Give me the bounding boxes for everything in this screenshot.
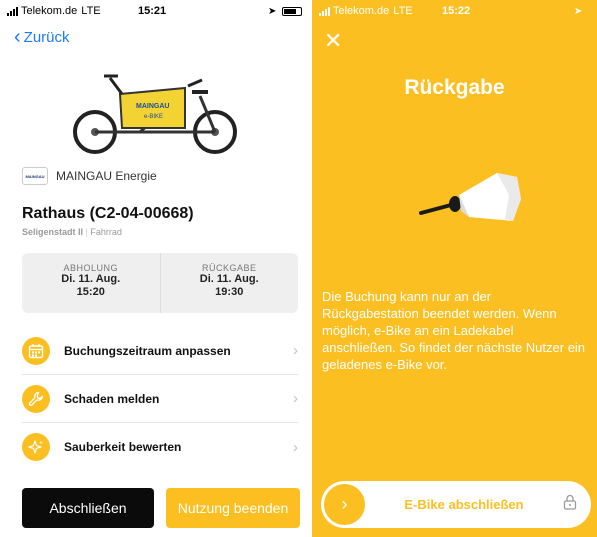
- action-menu: Buchungszeitraum anpassen › Schaden meld…: [22, 327, 298, 471]
- pickup-clock: 15:20: [76, 286, 105, 298]
- return-screen: Telekom.de LTE 15:22 ➤ ✕ Rückgabe Die Bu…: [312, 0, 597, 537]
- pickup-time: ABHOLUNG Di. 11. Aug. 15:20: [22, 253, 160, 313]
- signal-icon: [319, 6, 330, 16]
- status-time: 15:21: [138, 5, 167, 17]
- station-title: Rathaus (C2-04-00668): [22, 205, 194, 222]
- return-clock: 19:30: [215, 286, 244, 298]
- chevron-right-icon: ›: [293, 438, 298, 456]
- booking-times: ABHOLUNG Di. 11. Aug. 15:20 RÜCKGABE Di.…: [22, 253, 298, 313]
- battery-icon: [282, 6, 302, 16]
- charging-plug-illustration: [419, 173, 521, 221]
- location-arrow-icon: ➤: [268, 5, 277, 17]
- svg-text:e-BIKE: e-BIKE: [144, 114, 163, 120]
- return-instructions: Die Buchung kann nur an der Rückgabestat…: [322, 289, 586, 372]
- close-icon[interactable]: ✕: [324, 30, 342, 52]
- back-label: Zurück: [23, 28, 70, 46]
- menu-label-adjust-period: Buchungszeitraum anpassen: [64, 343, 231, 358]
- lock-ebike-slider[interactable]: › E-Bike abschließen: [321, 481, 591, 528]
- menu-label-report-damage: Schaden melden: [64, 391, 160, 406]
- return-time: RÜCKGABE Di. 11. Aug. 19:30: [159, 253, 299, 313]
- pickup-date: Di. 11. Aug.: [61, 273, 121, 285]
- menu-item-adjust-period[interactable]: Buchungszeitraum anpassen ›: [22, 327, 298, 375]
- lock-button[interactable]: Abschließen: [22, 488, 154, 528]
- carrier-label: Telekom.de: [333, 5, 390, 17]
- station-subtitle: Seligenstadt II | Fahrrad: [22, 227, 122, 237]
- chevron-right-icon: ›: [293, 390, 298, 407]
- network-label: LTE: [81, 5, 101, 17]
- menu-item-rate-cleanliness[interactable]: Sauberkeit bewerten ›: [22, 423, 298, 471]
- booking-screen: Telekom.de LTE 15:21 ➤ ‹ Zurück MAINGAU …: [0, 0, 311, 537]
- subtitle-type: Fahrrad: [90, 227, 122, 237]
- provider: MAINGAU MAINGAU Energie: [22, 167, 157, 185]
- chevron-right-icon: ›: [341, 494, 348, 514]
- subtitle-separator: |: [85, 227, 88, 237]
- status-time: 15:22: [442, 5, 471, 17]
- lock-icon: [563, 494, 577, 515]
- provider-name: MAINGAU Energie: [56, 169, 157, 183]
- signal-icon: [7, 6, 18, 16]
- network-label: LTE: [393, 5, 413, 17]
- return-label: RÜCKGABE: [201, 263, 257, 273]
- menu-item-report-damage[interactable]: Schaden melden ›: [22, 375, 298, 423]
- sparkle-icon: [22, 433, 50, 461]
- wrench-icon: [22, 384, 50, 413]
- status-bar: Telekom.de LTE 15:22 ➤: [312, 0, 597, 22]
- menu-label-rate-cleanliness: Sauberkeit bewerten: [64, 440, 182, 454]
- pickup-label: ABHOLUNG: [63, 263, 118, 273]
- svg-text:MAINGAU: MAINGAU: [136, 103, 169, 110]
- chevron-right-icon: ›: [293, 342, 298, 359]
- location-arrow-icon: ➤: [574, 5, 583, 17]
- provider-logo: MAINGAU: [22, 167, 48, 185]
- page-title: Rückgabe: [404, 76, 505, 99]
- slider-label: E-Bike abschließen: [404, 497, 524, 512]
- subtitle-location: Seligenstadt II: [22, 227, 84, 237]
- carrier-label: Telekom.de: [21, 5, 78, 17]
- cargo-bike-image: MAINGAU e-BIKE: [73, 74, 237, 154]
- back-button[interactable]: ‹ Zurück: [14, 27, 70, 47]
- status-bar: Telekom.de LTE 15:21 ➤: [0, 0, 311, 22]
- chevron-left-icon: ‹: [14, 26, 21, 48]
- calendar-icon: [22, 336, 50, 365]
- end-usage-button[interactable]: Nutzung beenden: [166, 488, 300, 528]
- slider-knob[interactable]: ›: [324, 484, 365, 525]
- return-date: Di. 11. Aug.: [199, 273, 259, 285]
